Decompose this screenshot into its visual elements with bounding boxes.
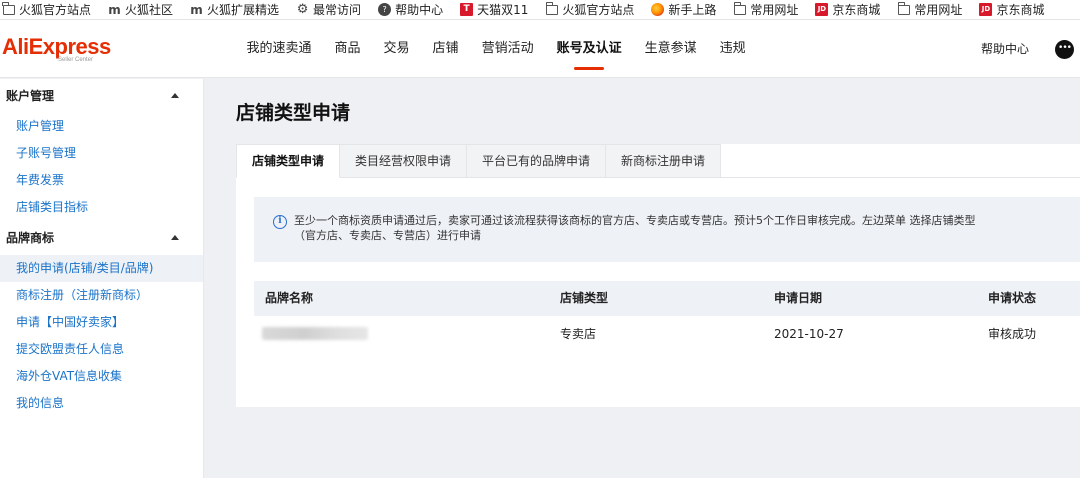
bookmark-label: 帮助中心: [395, 3, 444, 17]
column-header-status: 申请状态: [988, 291, 1037, 305]
sidebar-group-title: 账户管理: [6, 89, 55, 103]
nav-business-advisor[interactable]: 生意参谋: [633, 20, 708, 78]
sidebar-item-my-applications[interactable]: 我的申请(店铺/类目/品牌): [0, 255, 203, 282]
sidebar-item-good-seller-application[interactable]: 申请【中国好卖家】: [0, 309, 203, 336]
nav-my-aliexpress[interactable]: 我的速卖通: [235, 20, 323, 78]
help-center-link[interactable]: 帮助中心: [981, 20, 1029, 78]
top-header: AliExpress Seller Center 我的速卖通 商品 交易 店铺 …: [0, 20, 1080, 78]
bookmark-label: 京东商城: [996, 3, 1045, 17]
m-icon: m: [108, 2, 121, 17]
bookmark-label: 火狐官方站点: [562, 3, 635, 17]
logo-text: AliExpress: [2, 34, 111, 59]
nav-account-verification[interactable]: 账号及认证: [545, 20, 633, 78]
nav-orders[interactable]: 交易: [372, 20, 421, 78]
sidebar-group-brand-trademark[interactable]: 品牌商标: [0, 221, 203, 255]
bookmark-item[interactable]: ⚙ 最常访问: [294, 0, 364, 19]
table-header: 品牌名称 店铺类型 申请日期 申请状态: [254, 281, 1080, 316]
firefox-icon: [651, 3, 665, 16]
table-row: 专卖店 2021-10-27 审核成功: [254, 316, 1080, 352]
bookmarks-bar: 火狐官方站点 m 火狐社区 m 火狐扩展精选 ⚙ 最常访问 ? 帮助中心 T 天猫双11 …: [0, 0, 1080, 20]
bookmark-label: 最常访问: [313, 3, 362, 17]
sidebar-group-account[interactable]: 账户管理: [0, 79, 203, 113]
bookmark-label: 火狐官方站点: [19, 3, 92, 17]
bookmark-item[interactable]: 火狐官方站点: [0, 0, 94, 19]
bookmark-item[interactable]: JD 京东商城: [813, 0, 883, 19]
nav-violations[interactable]: 违规: [708, 20, 757, 78]
nav-store[interactable]: 店铺: [421, 20, 470, 78]
bookmark-item[interactable]: m 火狐扩展精选: [188, 0, 282, 19]
tab-store-type[interactable]: 店铺类型申请: [236, 144, 341, 178]
info-icon: i: [273, 215, 287, 229]
folder-icon: [545, 1, 558, 16]
bookmark-label: 常用网址: [914, 3, 963, 17]
sidebar-group-title: 品牌商标: [6, 231, 55, 245]
bookmark-item[interactable]: m 火狐社区: [106, 0, 176, 19]
notice-text: 至少一个商标资质申请通过后，卖家可通过该流程获得该商标的官方店、专卖店或专营店。…: [294, 213, 1054, 243]
brand-name-redacted: [262, 327, 368, 340]
jd-icon: JD: [979, 3, 993, 16]
bookmark-label: 常用网址: [750, 3, 799, 17]
bookmark-item[interactable]: JD 京东商城: [977, 0, 1047, 19]
bookmark-item[interactable]: T 天猫双11: [458, 0, 531, 19]
sidebar-item-sub-accounts[interactable]: 子账号管理: [0, 140, 203, 167]
bookmark-label: 火狐社区: [125, 3, 174, 17]
bookmark-label: 天猫双11: [477, 3, 529, 17]
notice-line: （官方店、专卖店、专营店）进行申请: [294, 229, 481, 242]
nav-products[interactable]: 商品: [323, 20, 372, 78]
page-title: 店铺类型申请: [236, 102, 351, 124]
top-nav: 我的速卖通 商品 交易 店铺 营销活动 账号及认证 生意参谋 违规: [235, 20, 757, 78]
cell-status: 审核成功: [988, 327, 1037, 341]
info-notice: i 至少一个商标资质申请通过后，卖家可通过该流程获得该商标的官方店、专卖店或专营…: [254, 197, 1080, 262]
column-header-store-type: 店铺类型: [560, 291, 609, 305]
sidebar-item-store-category-metrics[interactable]: 店铺类目指标: [0, 194, 203, 221]
sidebar-item-my-info[interactable]: 我的信息: [0, 390, 203, 417]
bookmark-label: 火狐扩展精选: [207, 3, 280, 17]
help-circle-icon: ?: [378, 3, 392, 16]
tab-new-trademark[interactable]: 新商标注册申请: [606, 144, 722, 178]
cell-store-type: 专卖店: [560, 327, 597, 341]
tmall-icon: T: [460, 3, 474, 16]
bookmark-item[interactable]: 火狐官方站点: [543, 0, 637, 19]
chat-icon[interactable]: •••: [1055, 40, 1074, 59]
bookmark-item[interactable]: 新手上路: [649, 0, 719, 19]
sidebar-item-trademark-registration[interactable]: 商标注册（注册新商标）: [0, 282, 203, 309]
cell-date: 2021-10-27: [774, 327, 844, 341]
sidebar-item-account-management[interactable]: 账户管理: [0, 113, 203, 140]
tab-category-permission[interactable]: 类目经营权限申请: [340, 144, 468, 178]
column-header-brand: 品牌名称: [265, 291, 314, 305]
bookmark-label: 新手上路: [668, 3, 717, 17]
sidebar-item-eu-responsible-person[interactable]: 提交欧盟责任人信息: [0, 336, 203, 363]
tab-bar: 店铺类型申请 类目经营权限申请 平台已有的品牌申请 新商标注册申请: [236, 144, 722, 178]
folder-icon: [897, 1, 910, 16]
folder-icon: [2, 1, 15, 16]
jd-icon: JD: [815, 3, 829, 16]
column-header-date: 申请日期: [774, 291, 823, 305]
bookmark-item[interactable]: ? 帮助中心: [376, 0, 446, 19]
content-card: 店铺类型申请 类目经营权限申请 平台已有的品牌申请 新商标注册申请 i 至少一个…: [236, 144, 1080, 407]
sidebar-item-overseas-vat[interactable]: 海外仓VAT信息收集: [0, 363, 203, 390]
m-icon: m: [190, 2, 203, 17]
logo-subtext: Seller Center: [58, 57, 94, 63]
bookmark-item[interactable]: 常用网址: [895, 0, 965, 19]
tab-existing-brand[interactable]: 平台已有的品牌申请: [467, 144, 607, 178]
gear-icon: ⚙: [296, 2, 309, 17]
sidebar-item-annual-fee-invoice[interactable]: 年费发票: [0, 167, 203, 194]
notice-line: 至少一个商标资质申请通过后，卖家可通过该流程获得该商标的官方店、专卖店或专营店。…: [294, 214, 976, 227]
aliexpress-logo[interactable]: AliExpress Seller Center: [2, 34, 111, 64]
nav-marketing[interactable]: 营销活动: [470, 20, 545, 78]
caret-up-icon: [171, 93, 179, 98]
bookmark-label: 京东商城: [832, 3, 881, 17]
bookmark-item[interactable]: 常用网址: [731, 0, 801, 19]
folder-icon: [733, 1, 746, 16]
caret-up-icon: [171, 235, 179, 240]
sidebar: 账户管理 账户管理 子账号管理 年费发票 店铺类目指标 品牌商标 我的申请(店铺…: [0, 79, 204, 478]
